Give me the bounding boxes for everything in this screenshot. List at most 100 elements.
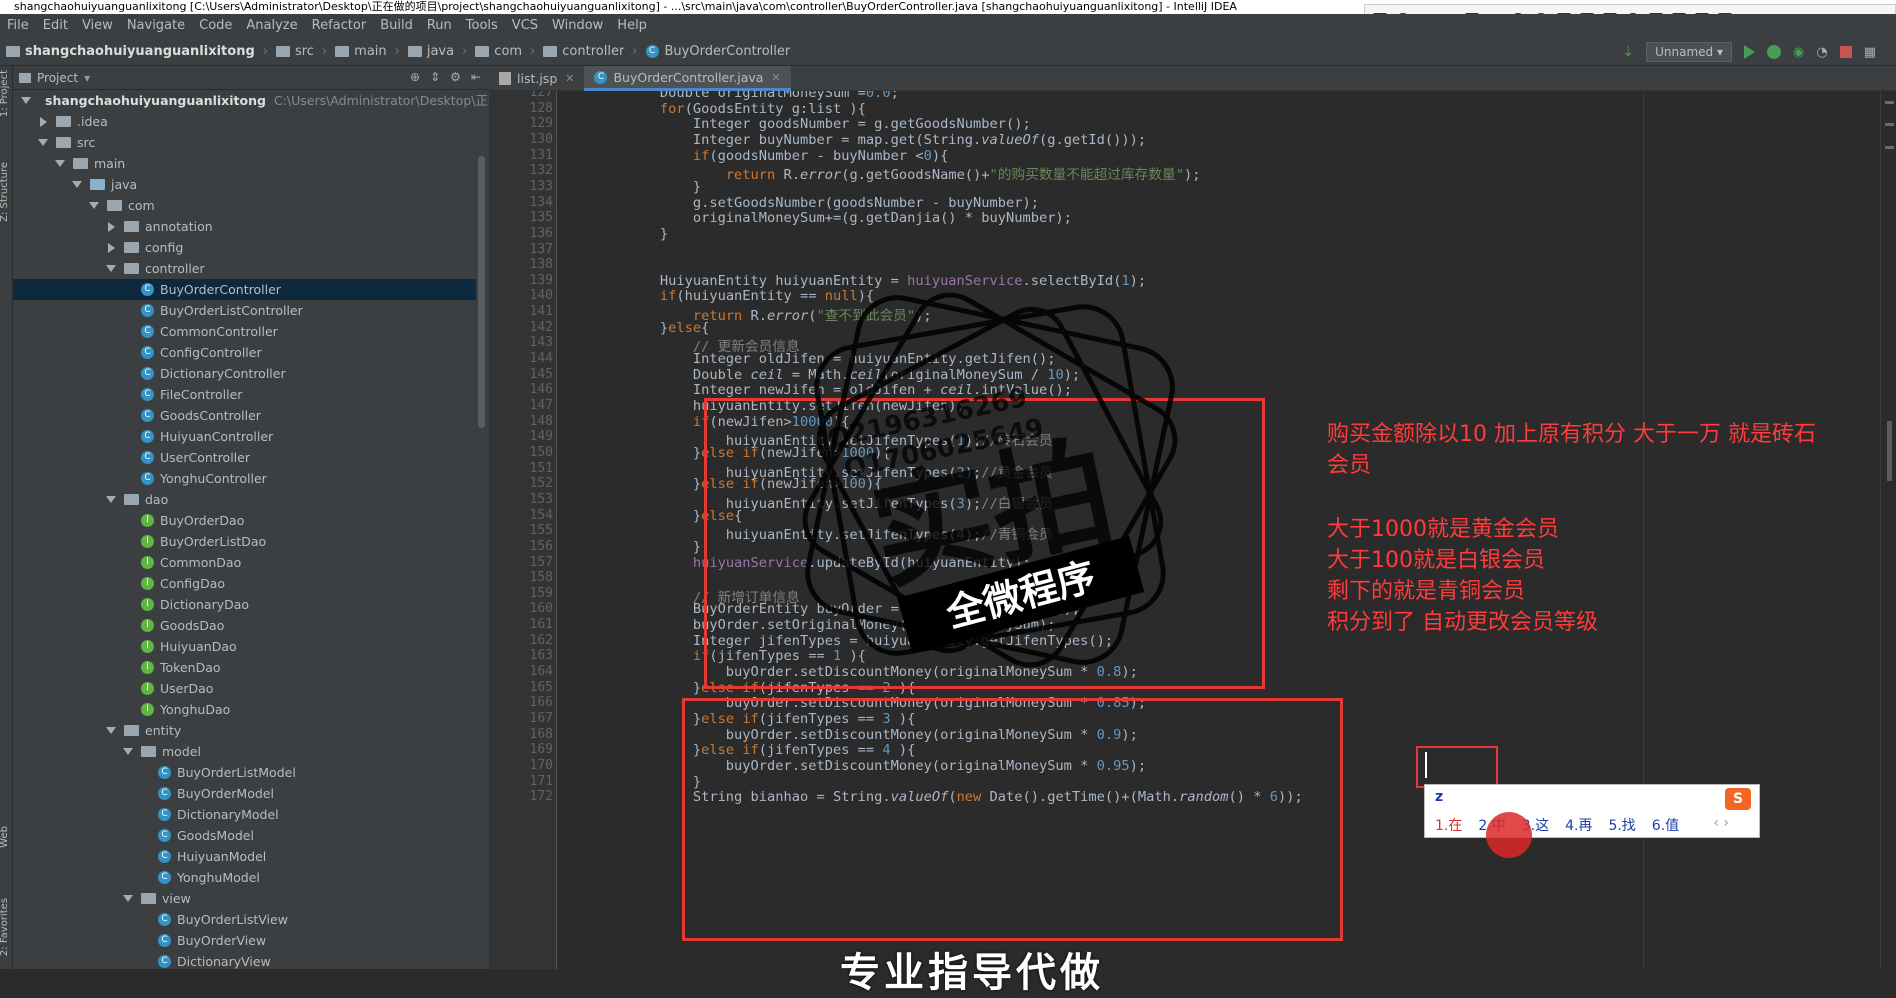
tree-item[interactable]: I YonghuDao bbox=[13, 699, 476, 720]
tree-item[interactable]: C DictionaryModel bbox=[13, 804, 476, 825]
tree-item[interactable]: C BuyOrderListController bbox=[13, 300, 476, 321]
tree-item[interactable]: model bbox=[13, 741, 476, 762]
tree-item[interactable]: I CommonDao bbox=[13, 552, 476, 573]
editor-tab[interactable]: C BuyOrderController.java ✕ bbox=[584, 66, 791, 91]
chevron-down-icon[interactable] bbox=[21, 97, 31, 104]
tree-item[interactable]: C HuiyuanModel bbox=[13, 846, 476, 867]
tree-item[interactable]: I TokenDao bbox=[13, 657, 476, 678]
code-line[interactable]: } bbox=[561, 539, 701, 555]
error-stripe[interactable] bbox=[1880, 91, 1896, 969]
tree-item[interactable]: C YonghuModel bbox=[13, 867, 476, 888]
menu-code[interactable]: Code bbox=[192, 14, 239, 38]
tree-item[interactable]: I DictionaryDao bbox=[13, 594, 476, 615]
chevron-down-icon[interactable] bbox=[123, 748, 133, 755]
code-line[interactable]: Double originalMoneySum =0.0; bbox=[561, 91, 899, 101]
menu-refactor[interactable]: Refactor bbox=[305, 14, 374, 38]
target-icon[interactable]: ⊕ bbox=[410, 70, 420, 84]
breadcrumb-item[interactable]: java bbox=[402, 44, 460, 59]
chevron-down-icon[interactable] bbox=[106, 265, 116, 272]
menu-vcs[interactable]: VCS bbox=[505, 14, 545, 38]
tree-item[interactable]: C UserController bbox=[13, 447, 476, 468]
ime-candidate[interactable]: 5.找 bbox=[1608, 815, 1635, 835]
project-scrollbar[interactable] bbox=[478, 156, 485, 428]
tree-item[interactable]: .idea bbox=[13, 111, 476, 132]
code-line[interactable]: g.setGoodsNumber(goodsNumber - buyNumber… bbox=[561, 195, 1039, 211]
tree-item[interactable]: dao bbox=[13, 489, 476, 510]
tree-item[interactable]: C BuyOrderListView bbox=[13, 909, 476, 930]
code-line[interactable]: } bbox=[561, 226, 668, 242]
menu-analyze[interactable]: Analyze bbox=[239, 14, 304, 38]
menu-edit[interactable]: Edit bbox=[36, 14, 75, 38]
ime-candidate[interactable]: 6.值 bbox=[1652, 815, 1679, 835]
code-line[interactable]: } bbox=[561, 179, 701, 195]
editor-tab[interactable]: list.jsp ✕ bbox=[489, 66, 584, 91]
breadcrumb-item[interactable]: main bbox=[329, 44, 392, 59]
chevron-down-icon[interactable]: ▾ bbox=[84, 71, 90, 85]
tree-item[interactable]: com bbox=[13, 195, 476, 216]
tree-item[interactable]: shangchaohuiyuanguanlixitong C:\Users\Adm… bbox=[13, 90, 513, 111]
tree-item[interactable]: C BuyOrderController bbox=[13, 279, 476, 300]
chevron-down-icon[interactable] bbox=[106, 727, 116, 734]
menu-file[interactable]: File bbox=[0, 14, 36, 38]
tree-item[interactable]: entity bbox=[13, 720, 476, 741]
code-line[interactable]: } bbox=[561, 774, 701, 790]
tree-item[interactable]: C GoodsController bbox=[13, 405, 476, 426]
code-line[interactable]: }else{ bbox=[561, 320, 709, 336]
tree-item[interactable]: I HuiyuanDao bbox=[13, 636, 476, 657]
code-line[interactable]: Integer buyNumber = map.get(String.value… bbox=[561, 132, 1146, 148]
project-tool-tab[interactable]: 1: Project bbox=[0, 70, 10, 117]
ime-candidate[interactable]: 1.在 bbox=[1435, 815, 1462, 835]
tree-item[interactable]: C BuyOrderModel bbox=[13, 783, 476, 804]
stop-icon[interactable] bbox=[1839, 46, 1852, 58]
menu-build[interactable]: Build bbox=[373, 14, 420, 38]
breadcrumb-item[interactable]: shangchaohuiyuanguanlixitong bbox=[0, 44, 261, 59]
structure-tool-tab[interactable]: Z: Structure bbox=[0, 162, 10, 222]
tree-item[interactable]: annotation bbox=[13, 216, 476, 237]
code-line[interactable]: if(huiyuanEntity == null){ bbox=[561, 288, 874, 304]
tree-item[interactable]: C BuyOrderView bbox=[13, 930, 476, 951]
menu-view[interactable]: View bbox=[75, 14, 120, 38]
code-line[interactable]: Integer newJifen = oldJifen + ceil.intVa… bbox=[561, 382, 1072, 398]
tree-item[interactable]: I GoodsDao bbox=[13, 615, 476, 636]
chevron-down-icon[interactable] bbox=[38, 139, 48, 146]
tree-item[interactable]: I UserDao bbox=[13, 678, 476, 699]
tree-item[interactable]: config bbox=[13, 237, 476, 258]
tree-item[interactable]: I ConfigDao bbox=[13, 573, 476, 594]
tree-item[interactable]: view bbox=[13, 888, 476, 909]
tree-item[interactable]: I BuyOrderListDao bbox=[13, 531, 476, 552]
menu-navigate[interactable]: Navigate bbox=[120, 14, 192, 38]
ime-candidate-window[interactable]: z S 1.在2.中3.这4.再5.找6.值 ‹ › bbox=[1424, 784, 1760, 838]
tree-item[interactable]: C YonghuController bbox=[13, 468, 476, 489]
menu-window[interactable]: Window bbox=[545, 14, 610, 38]
close-tab-icon[interactable]: ✕ bbox=[565, 72, 574, 85]
chevron-down-icon[interactable] bbox=[89, 202, 99, 209]
layout-icon[interactable]: ▦ bbox=[1864, 45, 1876, 60]
ime-page-arrows-icon[interactable]: ‹ › bbox=[1713, 815, 1729, 831]
close-tab-icon[interactable]: ✕ bbox=[771, 71, 780, 84]
coverage-icon[interactable]: ◉ bbox=[1793, 45, 1804, 60]
tree-item[interactable]: src bbox=[13, 132, 476, 153]
breadcrumb-item[interactable]: C BuyOrderController bbox=[640, 44, 797, 59]
code-line[interactable]: Integer goodsNumber = g.getGoodsNumber()… bbox=[561, 116, 1031, 132]
tree-item[interactable]: main bbox=[13, 153, 476, 174]
run-icon[interactable] bbox=[1744, 45, 1756, 59]
tree-item[interactable]: C DictionaryController bbox=[13, 363, 476, 384]
web-tool-tab[interactable]: Web bbox=[0, 826, 10, 848]
collapse-icon[interactable]: ⇕ bbox=[430, 70, 440, 84]
chevron-down-icon[interactable] bbox=[55, 160, 65, 167]
build-icon[interactable]: ⇣ bbox=[1622, 44, 1634, 60]
favorites-tool-tab[interactable]: 2: Favorites bbox=[0, 898, 10, 956]
tree-item[interactable]: C GoodsModel bbox=[13, 825, 476, 846]
code-line[interactable]: for(GoodsEntity g:list ){ bbox=[561, 101, 866, 117]
tree-item[interactable]: java bbox=[13, 174, 476, 195]
chevron-right-icon[interactable] bbox=[108, 242, 115, 253]
tree-item[interactable]: controller bbox=[13, 258, 476, 279]
menu-tools[interactable]: Tools bbox=[459, 14, 505, 38]
code-line[interactable]: Integer oldJifen = huiyuanEntity.getJife… bbox=[561, 351, 1056, 367]
chevron-down-icon[interactable] bbox=[123, 895, 133, 902]
breadcrumb-item[interactable]: src bbox=[270, 44, 320, 59]
breadcrumb-item[interactable]: com bbox=[469, 44, 528, 59]
run-config-select[interactable]: Unnamed ▾ bbox=[1646, 42, 1733, 62]
chevron-down-icon[interactable] bbox=[72, 181, 82, 188]
ime-candidate[interactable]: 4.再 bbox=[1565, 815, 1592, 835]
